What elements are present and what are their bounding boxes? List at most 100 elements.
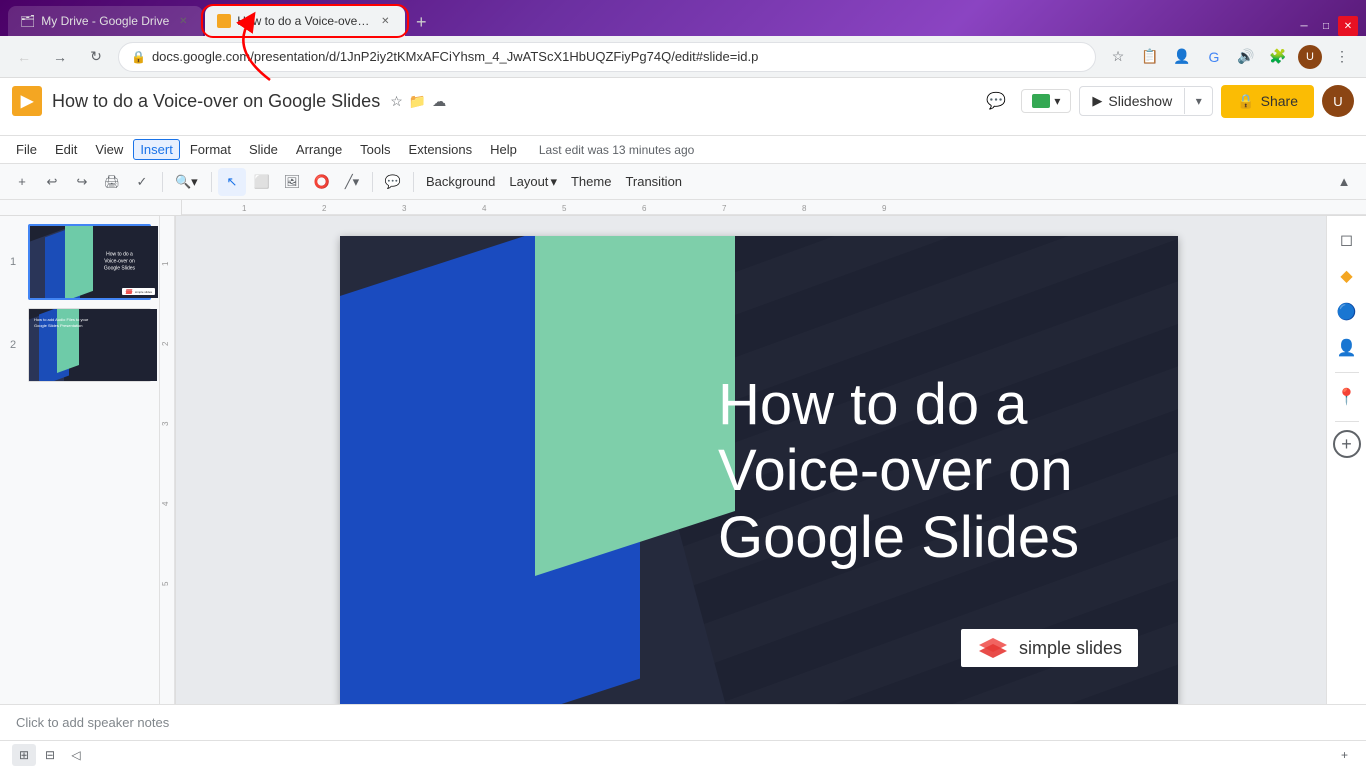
comment-tool[interactable]: 💬 [379,168,407,196]
slides-logo-icon: ▶ [21,91,33,111]
layout-button[interactable]: Layout▾ [503,168,563,196]
tab-slides[interactable]: How to do a Voice-over on Goog... ✕ [205,6,405,36]
back-button[interactable]: ← [10,43,38,71]
grid-view-button[interactable]: ⊞ [12,744,36,766]
svg-text:3: 3 [161,421,170,426]
spellcheck-button[interactable]: ✓ [128,168,156,196]
tab1-close-icon[interactable]: ✕ [175,13,191,29]
slide-thumb-2[interactable]: How to add Audio Files to yourGoogle Sli… [28,308,151,382]
slide-num-2: 2 [10,339,16,351]
collapse-button[interactable]: ▲ [1330,168,1358,196]
rsb-icon-2[interactable]: ◆ [1331,260,1363,292]
user-avatar[interactable]: U [1322,85,1354,117]
svg-text:9: 9 [882,204,887,213]
slide-canvas[interactable]: How to do a Voice-over on Google Slides [340,236,1178,704]
slide-thumb-1-container: 1 How to do aVoice-over onGoogle Slides [28,224,151,300]
maximize-button[interactable]: □ [1316,16,1336,36]
transition-button[interactable]: Transition [619,168,688,196]
undo-button[interactable]: + [8,168,36,196]
title-bar: 🗂 My Drive - Google Drive ✕ How to do a … [0,0,1366,36]
nav-button[interactable]: ◁ [64,744,88,766]
extension3-icon[interactable]: 🧩 [1264,43,1292,71]
image-tool[interactable]: 🖼 [278,168,306,196]
meet-icon [1032,94,1050,108]
svg-text:2: 2 [322,204,327,213]
slideshow-text: ▶ Slideshow [1080,87,1184,115]
cloud-icon[interactable]: ☁ [432,93,446,110]
address-text: docs.google.com/presentation/d/1JnP2iy2t… [152,49,1083,64]
toolbar: + ↩ ↪ 🖨 ✓ 🔍▾ ↖ ⬜ 🖼 ⭕ ╱▾ 💬 Background Lay… [0,164,1366,200]
account-icon[interactable]: 👤 [1168,43,1196,71]
share-button[interactable]: 🔒 Share [1221,85,1314,118]
undo2-button[interactable]: ↩ [38,168,66,196]
menu-extensions[interactable]: Extensions [401,138,481,161]
text-tool[interactable]: ⬜ [248,168,276,196]
menu-help[interactable]: Help [482,138,525,161]
zoom-button[interactable]: 🔍▾ [169,168,205,196]
slides-header: ▶ How to do a Voice-over on Google Slide… [0,78,1366,136]
extension1-icon[interactable]: G [1200,43,1228,71]
slide-thumb-2-container: 2 How to add Audio Files to yourGoogle S… [28,308,151,382]
toolbar-sep-4 [413,172,414,192]
slides-title: How to do a Voice-over on Google Slides [52,91,380,112]
profile-icon[interactable]: U [1296,43,1324,71]
line-tool[interactable]: ╱▾ [338,168,366,196]
more-icon[interactable]: ⋮ [1328,43,1356,71]
svg-text:7: 7 [722,204,727,213]
slideshow-dropdown[interactable]: ▾ [1184,88,1212,114]
cursor-tool[interactable]: ↖ [218,168,246,196]
rsb-add-button[interactable]: + [1333,430,1361,458]
rsb-icon-1[interactable]: ◻ [1331,224,1363,256]
tab2-close-icon[interactable]: ✕ [377,13,393,29]
star-icon[interactable]: ☆ [390,93,403,110]
redo-button[interactable]: ↪ [68,168,96,196]
thumb-content-1: How to do aVoice-over onGoogle Slides si… [30,226,158,298]
menu-tools[interactable]: Tools [352,138,398,161]
canvas-wrapper: How to do a Voice-over on Google Slides [176,216,1326,704]
shape-tool[interactable]: ⭕ [308,168,336,196]
rsb-icon-5[interactable]: 📍 [1331,381,1363,413]
theme-button[interactable]: Theme [565,168,617,196]
close-button[interactable]: ✕ [1338,16,1358,36]
menu-view[interactable]: View [87,138,131,161]
comment-button[interactable]: 💬 [979,84,1013,118]
menu-edit[interactable]: Edit [47,138,85,161]
logo-diamond-icon [977,637,1009,659]
meet-button[interactable]: ▾ [1021,89,1071,113]
menu-slide[interactable]: Slide [241,138,286,161]
new-tab-button[interactable]: + [407,8,435,36]
reload-button[interactable]: ↻ [82,43,110,71]
menu-insert[interactable]: Insert [133,139,180,160]
extension2-icon[interactable]: 🔊 [1232,43,1260,71]
notes-placeholder: Click to add speaker notes [16,715,169,730]
tab-my-drive[interactable]: 🗂 My Drive - Google Drive ✕ [8,6,203,36]
slideshow-button[interactable]: ▶ Slideshow ▾ [1079,86,1213,116]
forward-button[interactable]: → [46,43,74,71]
menu-arrange[interactable]: Arrange [288,138,350,161]
svg-text:1: 1 [161,261,170,266]
bookmark-icon[interactable]: ☆ [1104,43,1132,71]
slide-thumb-1[interactable]: How to do aVoice-over onGoogle Slides si… [28,224,151,300]
right-sidebar: ◻ ◆ 🔵 👤 📍 + [1326,216,1366,704]
slide-panel: 1 How to do aVoice-over onGoogle Slides [0,216,160,704]
rsb-icon-4[interactable]: 👤 [1331,332,1363,364]
ruler-horizontal: 1 2 3 4 5 6 7 8 9 [182,200,1366,215]
rsb-icon-3[interactable]: 🔵 [1331,296,1363,328]
menu-format[interactable]: Format [182,138,239,161]
address-input[interactable]: 🔒 docs.google.com/presentation/d/1JnP2iy… [118,42,1096,72]
list-view-button[interactable]: ⊟ [38,744,62,766]
editor-area: 1 How to do aVoice-over onGoogle Slides [0,216,1366,704]
svg-text:4: 4 [161,501,170,506]
svg-text:5: 5 [562,204,567,213]
folder-icon[interactable]: 📁 [409,93,426,110]
minimize-button[interactable]: ─ [1294,16,1314,36]
notes-area[interactable]: Click to add speaker notes [0,704,1366,740]
menu-file[interactable]: File [8,138,45,161]
status-view-buttons: ⊞ ⊟ ◁ [12,744,88,766]
zoom-fit-button[interactable]: + [1335,744,1354,766]
cast-icon[interactable]: 📋 [1136,43,1164,71]
slide-main-title: How to do a Voice-over on Google Slides [718,371,1138,571]
svg-text:8: 8 [802,204,807,213]
background-button[interactable]: Background [420,168,501,196]
print-button[interactable]: 🖨 [98,168,126,196]
